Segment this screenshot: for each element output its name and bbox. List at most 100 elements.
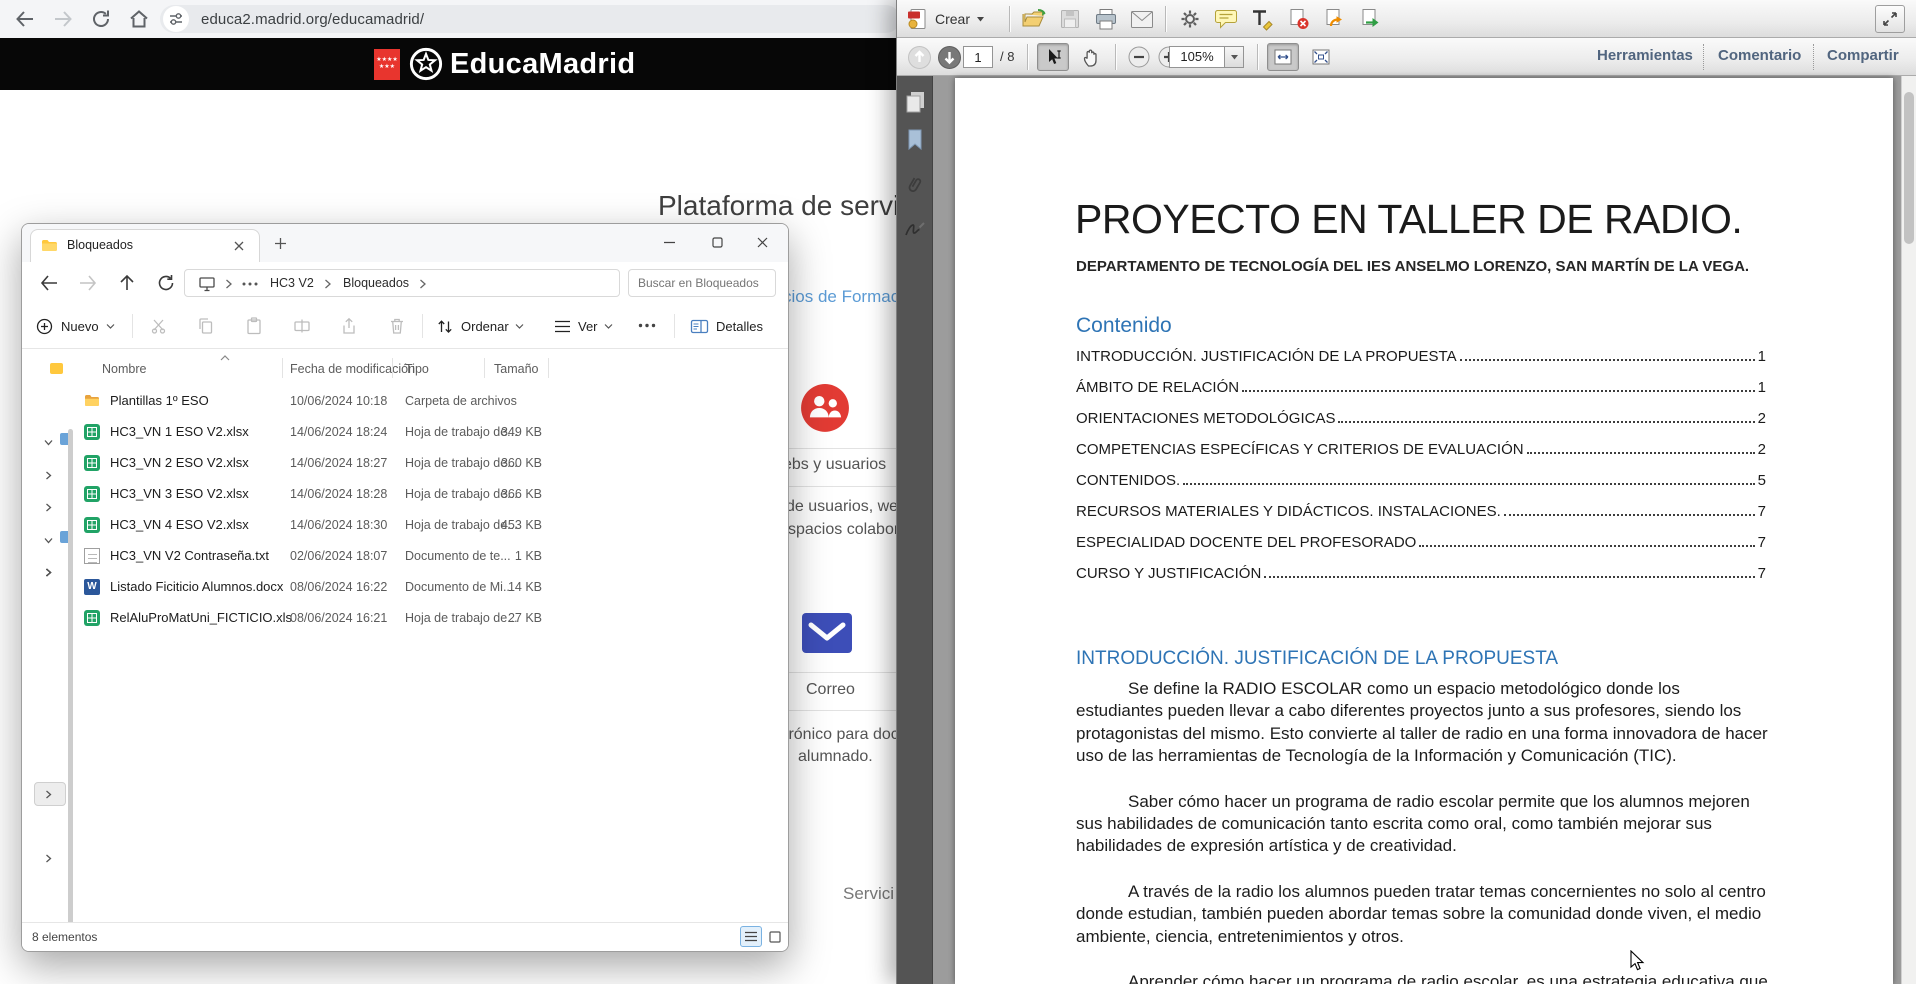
- search-box[interactable]: [628, 269, 776, 297]
- chevron-right-icon[interactable]: [418, 279, 427, 289]
- divider[interactable]: [548, 358, 549, 378]
- toc-entry[interactable]: INTRODUCCIÓN. JUSTIFICACIÓN DE LA PROPUE…: [1076, 348, 1766, 379]
- extract-pages-button[interactable]: [1319, 5, 1349, 33]
- new-tab-icon[interactable]: [274, 237, 287, 250]
- reading-mode-button[interactable]: [1875, 5, 1905, 33]
- maximize-button[interactable]: [702, 230, 732, 254]
- delete-pages-button[interactable]: [1283, 5, 1313, 33]
- table-row[interactable]: Plantillas 1º ESO 10/06/2024 10:18 Carpe…: [74, 386, 780, 417]
- fit-page-button[interactable]: [1305, 43, 1337, 71]
- zoom-out-button[interactable]: [1125, 43, 1153, 71]
- more-options-icon[interactable]: [638, 323, 656, 328]
- refresh-icon[interactable]: [156, 273, 176, 293]
- attachments-icon[interactable]: [903, 174, 927, 198]
- toc-entry[interactable]: COMPETENCIAS ESPECÍFICAS Y CRITERIOS DE …: [1076, 441, 1766, 472]
- minimize-button[interactable]: [654, 230, 684, 254]
- toc-entry[interactable]: ORIENTACIONES METODOLÓGICAS 2: [1076, 410, 1766, 441]
- tree-collapsed-icon[interactable]: [46, 568, 52, 577]
- table-row[interactable]: HC3_VN 1 ESO V2.xlsx 14/06/2024 18:24 Ho…: [74, 417, 780, 448]
- column-header-size[interactable]: Tamaño: [494, 362, 538, 376]
- url-text[interactable]: educa2.madrid.org/educamadrid/: [201, 11, 424, 28]
- tree-collapsed-icon[interactable]: [44, 503, 53, 512]
- details-pane-button[interactable]: Detalles: [690, 311, 782, 341]
- tab-close-icon[interactable]: [233, 240, 245, 252]
- tree-collapsed-icon[interactable]: [44, 854, 53, 863]
- comment-panel-button[interactable]: Comentario: [1718, 47, 1801, 64]
- page-number-input[interactable]: [963, 46, 993, 68]
- breadcrumb-item[interactable]: HC3 V2: [270, 276, 314, 290]
- table-row[interactable]: W Listado Ficiticio Alumnos.docx 08/06/2…: [74, 572, 780, 603]
- divider[interactable]: [484, 358, 485, 378]
- toc-entry[interactable]: CONTENIDOS. 5: [1076, 472, 1766, 503]
- fit-width-button[interactable]: [1267, 43, 1299, 71]
- search-input[interactable]: [638, 276, 770, 290]
- toc-entry[interactable]: ESPECIALIDAD DOCENTE DEL PROFESORADO 7: [1076, 534, 1766, 565]
- sort-button[interactable]: Ordenar: [436, 311, 528, 341]
- browser-back-icon[interactable]: [14, 8, 36, 30]
- pdf-page[interactable]: PROYECTO EN TALLER DE RADIO. DEPARTAMENT…: [955, 78, 1893, 984]
- breadcrumb-overflow-icon[interactable]: [242, 282, 258, 286]
- table-row[interactable]: HC3_VN 3 ESO V2.xlsx 14/06/2024 18:28 Ho…: [74, 479, 780, 510]
- divider[interactable]: [392, 358, 393, 378]
- email-button[interactable]: [1127, 5, 1157, 33]
- table-row[interactable]: HC3_VN V2 Contraseña.txt 02/06/2024 18:0…: [74, 541, 780, 572]
- formacion-link[interactable]: cios de Formac: [783, 287, 899, 307]
- next-page-button[interactable]: [935, 43, 963, 71]
- select-tool-button[interactable]: [1037, 43, 1069, 71]
- address-box[interactable]: HC3 V2 Bloqueados: [184, 269, 620, 297]
- tools-panel-button[interactable]: Herramientas: [1597, 47, 1693, 64]
- breadcrumb-item[interactable]: Bloqueados: [343, 276, 409, 290]
- pdf-scrollbar-thumb[interactable]: [1903, 92, 1914, 244]
- previous-page-button[interactable]: [905, 43, 933, 71]
- forward-icon[interactable]: [78, 273, 98, 293]
- toc-entry[interactable]: ÁMBITO DE RELACIÓN 1: [1076, 379, 1766, 410]
- back-icon[interactable]: [39, 273, 59, 293]
- export-pdf-button[interactable]: [1355, 5, 1385, 33]
- save-button[interactable]: [1055, 5, 1085, 33]
- browser-forward-icon[interactable]: [52, 8, 74, 30]
- column-header-type[interactable]: Tipo: [405, 362, 429, 376]
- page-thumbnails-icon[interactable]: [903, 90, 927, 114]
- bookmarks-icon[interactable]: [903, 128, 927, 152]
- zoom-level-value[interactable]: 105%: [1169, 46, 1225, 68]
- create-pdf-button[interactable]: Crear: [905, 5, 1001, 33]
- webs-caption[interactable]: ebs y usuarios: [783, 456, 886, 474]
- tree-expanded-icon[interactable]: [44, 438, 53, 447]
- tree-expanded-icon[interactable]: [44, 536, 53, 545]
- close-button[interactable]: [747, 230, 777, 254]
- browser-home-icon[interactable]: [128, 8, 150, 30]
- settings-button[interactable]: [1175, 5, 1205, 33]
- open-file-button[interactable]: [1019, 5, 1049, 33]
- share-panel-button[interactable]: Compartir: [1827, 47, 1899, 64]
- highlight-text-button[interactable]: [1247, 5, 1277, 33]
- hand-tool-button[interactable]: [1075, 43, 1107, 71]
- chevron-right-icon[interactable]: [323, 279, 332, 289]
- toc-entry[interactable]: CURSO Y JUSTIFICACIÓN 7: [1076, 565, 1766, 596]
- tree-collapsed-icon[interactable]: [44, 568, 53, 577]
- comment-bubble-button[interactable]: [1211, 5, 1241, 33]
- educamadrid-brand[interactable]: EducaMadrid: [450, 48, 635, 81]
- print-button[interactable]: [1091, 5, 1121, 33]
- address-bar[interactable]: educa2.madrid.org/educamadrid/: [160, 5, 900, 33]
- zoom-dropdown-button[interactable]: [1224, 46, 1244, 68]
- table-row[interactable]: HC3_VN 2 ESO V2.xlsx 14/06/2024 18:27 Ho…: [74, 448, 780, 479]
- chevron-right-icon[interactable]: [224, 279, 233, 289]
- explorer-tab[interactable]: Bloqueados: [30, 229, 260, 262]
- new-button[interactable]: Nuevo: [36, 311, 122, 341]
- tree-collapsed-icon[interactable]: [44, 471, 53, 480]
- divider[interactable]: [282, 358, 283, 378]
- column-header-date[interactable]: Fecha de modificación: [290, 362, 415, 376]
- site-settings-icon[interactable]: [163, 6, 189, 32]
- browser-reload-icon[interactable]: [90, 8, 112, 30]
- view-button[interactable]: Ver: [554, 311, 620, 341]
- tree-selected-item[interactable]: [34, 782, 66, 806]
- tree-scrollbar[interactable]: [68, 429, 73, 934]
- this-pc-icon[interactable]: [198, 275, 216, 293]
- large-icons-view-toggle[interactable]: [764, 926, 786, 947]
- up-icon[interactable]: [117, 273, 137, 293]
- correo-caption[interactable]: Correo: [806, 681, 855, 699]
- toc-entry[interactable]: RECURSOS MATERIALES Y DIDÁCTICOS. INSTAL…: [1076, 503, 1766, 534]
- table-row[interactable]: RelAluProMatUni_FICTICIO.xls 08/06/2024 …: [74, 603, 780, 634]
- table-row[interactable]: HC3_VN 4 ESO V2.xlsx 14/06/2024 18:30 Ho…: [74, 510, 780, 541]
- column-header-name[interactable]: Nombre: [102, 362, 146, 376]
